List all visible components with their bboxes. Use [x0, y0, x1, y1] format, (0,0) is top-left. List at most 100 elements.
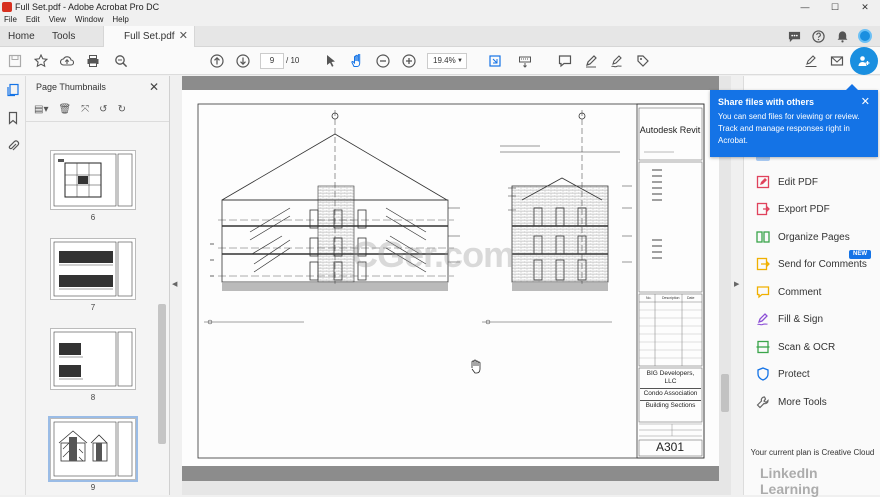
- hand-cursor-icon: [471, 359, 481, 374]
- maximize-button[interactable]: ☐: [820, 0, 850, 14]
- menu-help[interactable]: Help: [112, 14, 128, 26]
- keyboard-scroll-icon[interactable]: [516, 52, 534, 70]
- menu-view[interactable]: View: [49, 14, 66, 26]
- horizontal-scrollbar[interactable]: [182, 481, 719, 495]
- zoom-level-select[interactable]: 19.4% ▼: [427, 53, 467, 69]
- pdf-page: Autodesk Revit No. Description Date BIG …: [182, 90, 719, 466]
- thumbnail-tools: ▤▾ 🗑 ⤧ ↺ ↻: [26, 98, 169, 122]
- stamp-tag-icon[interactable]: [634, 52, 652, 70]
- shield-icon: [756, 367, 770, 381]
- thumbnail-page-6[interactable]: [50, 150, 136, 210]
- tool-organize-pages[interactable]: Organize Pages: [756, 227, 850, 247]
- menu-window[interactable]: Window: [75, 14, 103, 26]
- attachment-icon[interactable]: [0, 132, 26, 160]
- share-files-popup: Share files with others You can send fil…: [710, 84, 878, 157]
- zoom-out-icon[interactable]: [374, 52, 392, 70]
- document-view[interactable]: Autodesk Revit No. Description Date BIG …: [182, 76, 719, 481]
- options-menu-icon[interactable]: ▤▾: [34, 104, 48, 115]
- print-icon[interactable]: [84, 52, 102, 70]
- thumbnail-scrollbar[interactable]: [158, 304, 166, 444]
- tool-send-for-comments-label: Send for Comments: [778, 258, 867, 270]
- tool-export-pdf[interactable]: Export PDF: [756, 199, 830, 219]
- tab-bar: Home Tools Full Set.pdf ✕: [0, 26, 880, 47]
- organize-pages-icon: [756, 230, 770, 244]
- page-total: / 10: [286, 56, 300, 65]
- previous-page-icon[interactable]: [208, 52, 226, 70]
- thumbnail-page-8[interactable]: [50, 328, 136, 390]
- thumbnail-label-7: 7: [90, 303, 96, 312]
- tool-comment-label: Comment: [778, 286, 822, 298]
- comment-tool-icon: [756, 285, 770, 299]
- thumbnail-label-6: 6: [90, 213, 96, 222]
- tab-home[interactable]: Home: [8, 26, 35, 47]
- acrobat-app-icon: [2, 2, 12, 12]
- tab-tools[interactable]: Tools: [52, 26, 75, 47]
- menu-edit[interactable]: Edit: [26, 14, 40, 26]
- hand-tool-icon[interactable]: [348, 52, 366, 70]
- vertical-scroll-thumb[interactable]: [721, 374, 729, 412]
- tool-more-tools-label: More Tools: [778, 396, 827, 408]
- chat-icon[interactable]: [786, 28, 802, 44]
- popup-title: Share files with others: [718, 97, 815, 107]
- zoom-in-icon[interactable]: [400, 52, 418, 70]
- sign-icon[interactable]: [802, 52, 820, 70]
- tool-scan-ocr[interactable]: Scan & OCR: [756, 337, 835, 357]
- comment-icon[interactable]: [556, 52, 574, 70]
- plan-info: Your current plan is Creative Cloud: [750, 448, 875, 457]
- new-badge: NEW: [849, 250, 871, 259]
- title-block-sheet-title: Building Sections: [640, 400, 701, 410]
- panel-header: Page Thumbnails ✕: [26, 76, 169, 98]
- main-toolbar: 9 / 10 19.4% ▼: [0, 47, 880, 75]
- panel-title: Page Thumbnails: [36, 82, 106, 92]
- next-page-icon[interactable]: [234, 52, 252, 70]
- page-thumbnails-icon[interactable]: [0, 76, 26, 104]
- rotate-right-icon[interactable]: ↻: [118, 104, 126, 115]
- page-number-input[interactable]: 9: [260, 53, 284, 69]
- thumbnail-page-7[interactable]: [50, 238, 136, 300]
- tool-comment[interactable]: Comment: [756, 282, 821, 302]
- star-icon[interactable]: [32, 52, 50, 70]
- save-icon[interactable]: [6, 52, 24, 70]
- close-popup-icon[interactable]: ✕: [861, 95, 870, 108]
- menu-bar: File Edit View Window Help: [0, 14, 880, 26]
- upload-cloud-icon[interactable]: [58, 52, 76, 70]
- title-block-sheet-number: A301: [656, 440, 684, 454]
- close-window-button[interactable]: ✕: [850, 0, 880, 14]
- zoom-search-icon[interactable]: [112, 52, 130, 70]
- thumbnail-page-9[interactable]: [48, 416, 138, 482]
- email-icon[interactable]: [828, 52, 846, 70]
- extract-icon[interactable]: ⤧: [81, 104, 89, 115]
- help-icon[interactable]: [810, 28, 826, 44]
- tool-fill-sign[interactable]: Fill & Sign: [756, 309, 823, 329]
- notification-bell-icon[interactable]: [834, 28, 850, 44]
- thumbnail-label-8: 8: [90, 393, 96, 402]
- window-controls: — ☐ ✕: [790, 0, 880, 14]
- chevron-down-icon: ▼: [457, 58, 463, 64]
- tool-edit-pdf[interactable]: Edit PDF: [756, 172, 818, 192]
- tab-document[interactable]: Full Set.pdf ✕: [103, 26, 195, 47]
- close-panel-icon[interactable]: ✕: [149, 80, 159, 94]
- share-button[interactable]: [850, 47, 878, 75]
- rotate-left-icon[interactable]: ↺: [99, 104, 107, 115]
- pen-highlight-icon[interactable]: [582, 52, 600, 70]
- page-fit-icon[interactable]: [486, 52, 504, 70]
- title-block-client: BIG Developers, LLC: [646, 370, 695, 385]
- tool-protect-label: Protect: [778, 368, 810, 380]
- collapse-right-panel-icon[interactable]: ▶: [734, 280, 739, 288]
- user-avatar[interactable]: [858, 29, 872, 43]
- export-pdf-icon: [756, 202, 770, 216]
- watermark-linkedin-learning: LinkedIn Learning: [760, 465, 820, 497]
- close-tab-icon[interactable]: ✕: [179, 26, 188, 47]
- menu-file[interactable]: File: [4, 14, 17, 26]
- tool-protect[interactable]: Protect: [756, 364, 810, 384]
- tool-more-tools[interactable]: More Tools: [756, 392, 827, 412]
- rev-header-no: No.: [646, 296, 651, 300]
- fill-sign-icon[interactable]: [608, 52, 626, 70]
- select-cursor-icon[interactable]: [322, 52, 340, 70]
- header-icons: [786, 28, 872, 44]
- bookmark-icon[interactable]: [0, 104, 26, 132]
- collapse-left-panel-icon[interactable]: ◀: [172, 280, 177, 288]
- minimize-button[interactable]: —: [790, 0, 820, 14]
- trash-icon[interactable]: 🗑: [58, 104, 71, 115]
- window-title: Full Set.pdf - Adobe Acrobat Pro DC: [15, 2, 160, 12]
